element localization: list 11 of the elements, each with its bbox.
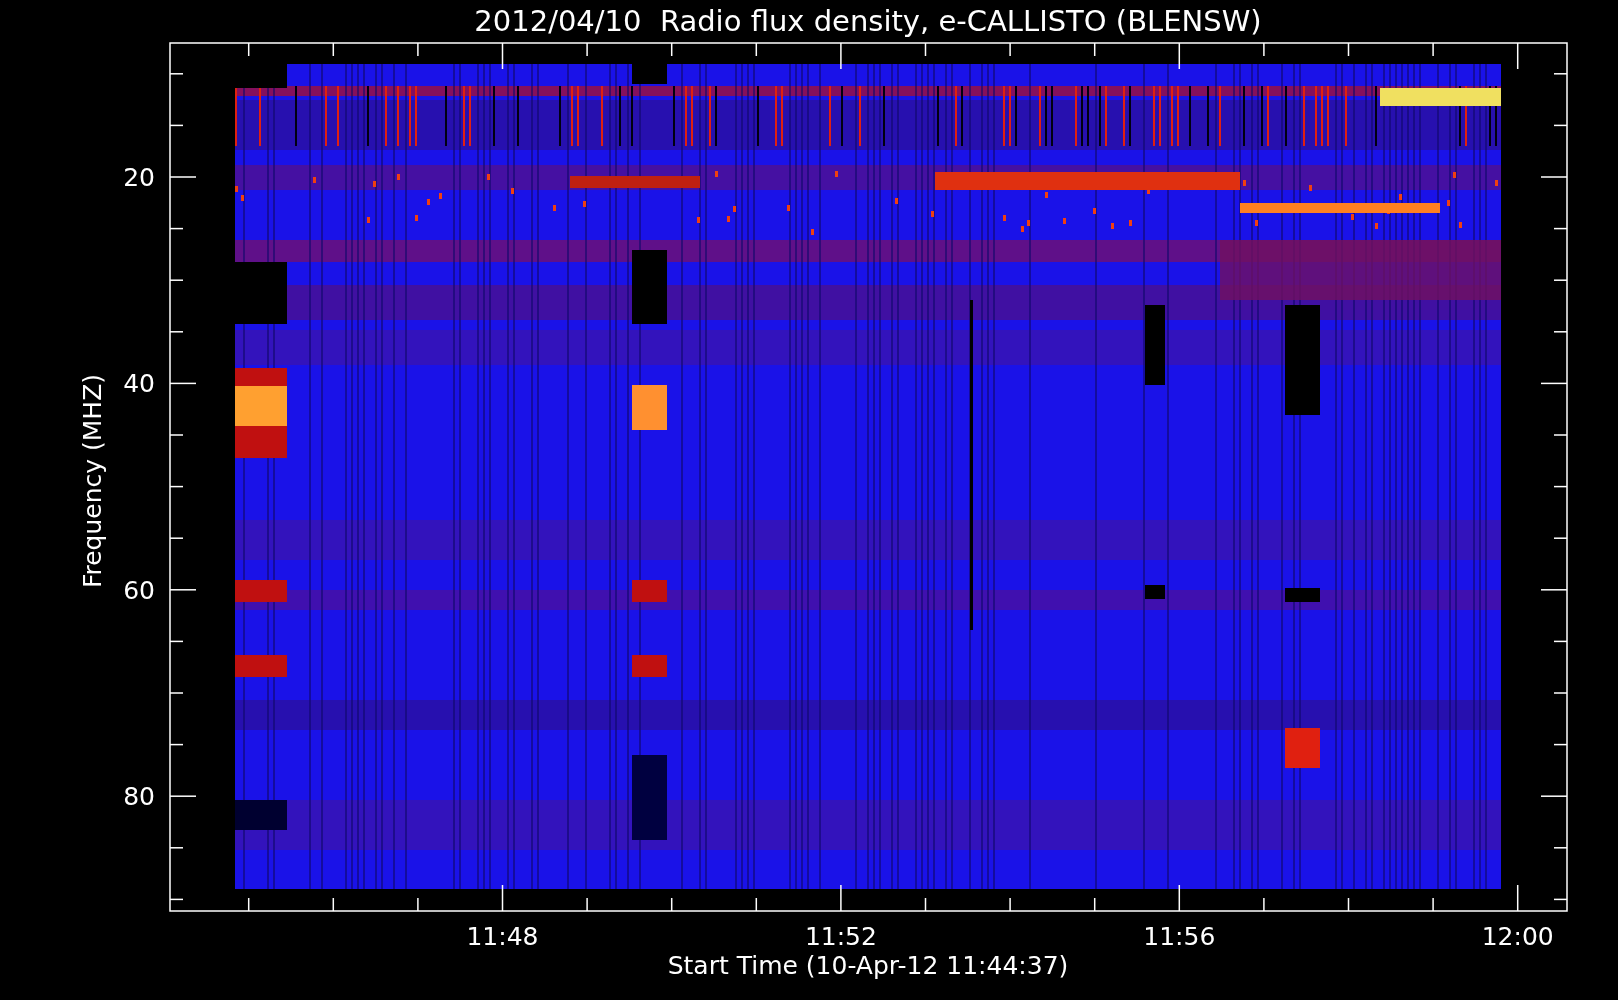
y-tick-label: 80: [123, 782, 155, 812]
x-tick-label: 11:48: [466, 922, 539, 951]
y-axis-label: Frequency (MHZ): [78, 373, 107, 589]
y-tick-label: 40: [123, 369, 155, 399]
x-axis-label: Start Time (10-Apr-12 11:44:37): [667, 951, 1069, 980]
x-tick-label: 12:00: [1481, 922, 1554, 951]
chart-title: 2012/04/10 Radio flux density, e-CALLISTO (BLENSW): [474, 4, 1262, 38]
x-tick-label: 11:56: [1143, 922, 1216, 951]
y-tick-label: 60: [123, 575, 155, 605]
y-tick-label: 20: [123, 163, 155, 192]
x-tick-label: 11:52: [804, 922, 877, 951]
